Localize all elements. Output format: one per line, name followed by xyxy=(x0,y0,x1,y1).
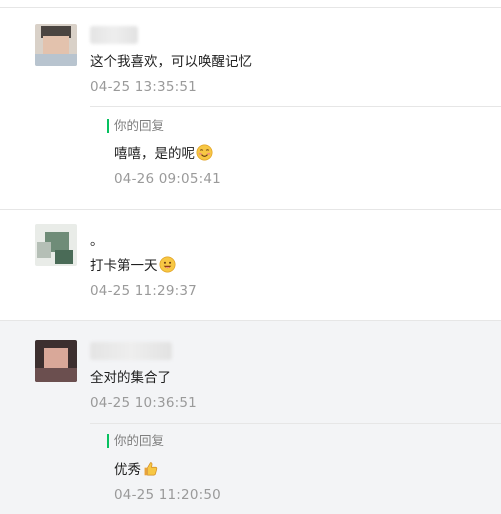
reply-accent-bar xyxy=(107,434,109,448)
comment-time: 04-25 13:35:51 xyxy=(90,79,197,95)
avatar[interactable] xyxy=(35,24,77,66)
reply-text-content: 优秀 xyxy=(114,462,141,478)
comment-title: 。 xyxy=(90,233,104,249)
reply-label: 你的回复 xyxy=(114,118,165,133)
reply-divider xyxy=(90,106,501,107)
smiling-face-emoji-icon xyxy=(196,144,213,161)
reply-time: 04-26 09:05:41 xyxy=(114,171,221,187)
comment-time: 04-25 11:29:37 xyxy=(90,283,197,299)
reply-time: 04-25 11:20:50 xyxy=(114,487,221,503)
reply-label: 你的回复 xyxy=(114,433,165,448)
username-blurred xyxy=(90,26,138,44)
comment-item: 这个我喜欢，可以唤醒记忆 04-25 13:35:51 你的回复 嘻嘻，是的呢 … xyxy=(0,8,501,210)
reply-text-content: 嘻嘻，是的呢 xyxy=(114,146,195,162)
comment-text: 打卡第一天 xyxy=(90,256,176,275)
comment-text-content: 打卡第一天 xyxy=(90,258,158,274)
avatar[interactable] xyxy=(35,224,77,266)
comment-item: 。 打卡第一天 04-25 11:29:37 xyxy=(0,210,501,320)
comment-text: 全对的集合了 xyxy=(90,370,171,386)
username-blurred xyxy=(90,342,172,360)
avatar[interactable] xyxy=(35,340,77,382)
thumbs-up-emoji-icon xyxy=(144,462,158,476)
reply-text: 优秀 xyxy=(114,460,159,479)
reply-divider xyxy=(90,423,501,424)
comment-text: 这个我喜欢，可以唤醒记忆 xyxy=(90,54,252,70)
grinning-face-emoji-icon xyxy=(159,256,175,273)
reply-accent-bar xyxy=(107,119,109,133)
reply-text: 嘻嘻，是的呢 xyxy=(114,144,213,163)
comment-time: 04-25 10:36:51 xyxy=(90,395,197,411)
comment-item: 全对的集合了 04-25 10:36:51 你的回复 优秀 04-25 11:2… xyxy=(0,321,501,514)
